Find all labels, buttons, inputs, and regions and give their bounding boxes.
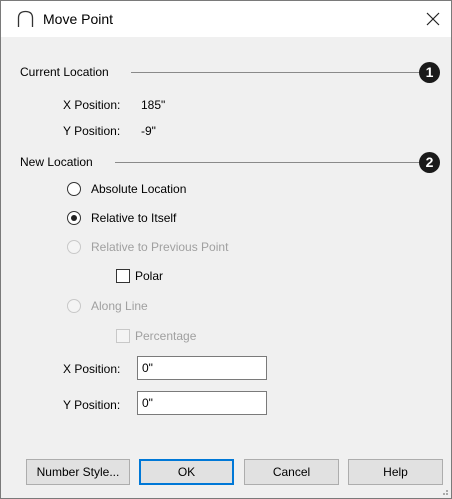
relative-to-previous-radio[interactable]	[67, 240, 81, 254]
move-point-dialog: Move Point Current Location 1 X Position…	[0, 0, 452, 499]
number-style-button[interactable]: Number Style...	[26, 459, 130, 485]
new-y-input[interactable]	[137, 391, 267, 415]
arc-icon	[17, 10, 34, 27]
title-bar: Move Point	[1, 1, 451, 37]
polar-checkbox[interactable]	[116, 269, 130, 283]
relative-to-itself-radio[interactable]	[67, 211, 81, 225]
current-x-value: 185"	[141, 98, 166, 112]
relative-to-previous-label[interactable]: Relative to Previous Point	[91, 240, 228, 254]
ok-button[interactable]: OK	[139, 459, 234, 485]
polar-label[interactable]: Polar	[135, 269, 163, 283]
new-x-label: X Position:	[63, 362, 121, 376]
callout-2: 2	[419, 152, 440, 173]
along-line-label[interactable]: Along Line	[91, 299, 148, 313]
current-y-value: -9"	[141, 124, 156, 138]
window-title: Move Point	[43, 11, 114, 27]
current-y-label: Y Position:	[63, 124, 121, 138]
new-location-label: New Location	[20, 155, 93, 169]
absolute-location-label[interactable]: Absolute Location	[91, 182, 186, 196]
relative-to-itself-label[interactable]: Relative to Itself	[91, 211, 176, 225]
callout-1: 1	[419, 62, 440, 83]
new-x-input[interactable]	[137, 356, 267, 380]
absolute-location-radio[interactable]	[67, 182, 81, 196]
percentage-checkbox[interactable]	[116, 329, 130, 343]
along-line-radio[interactable]	[67, 299, 81, 313]
percentage-label[interactable]: Percentage	[135, 329, 196, 343]
close-icon[interactable]	[421, 7, 445, 31]
help-button[interactable]: Help	[348, 459, 443, 485]
current-location-divider	[131, 72, 423, 73]
current-location-label: Current Location	[20, 65, 109, 79]
new-y-label: Y Position:	[63, 398, 121, 412]
cancel-button[interactable]: Cancel	[244, 459, 339, 485]
resize-grip-icon[interactable]	[439, 486, 449, 496]
current-x-label: X Position:	[63, 98, 121, 112]
new-location-divider	[115, 162, 421, 163]
